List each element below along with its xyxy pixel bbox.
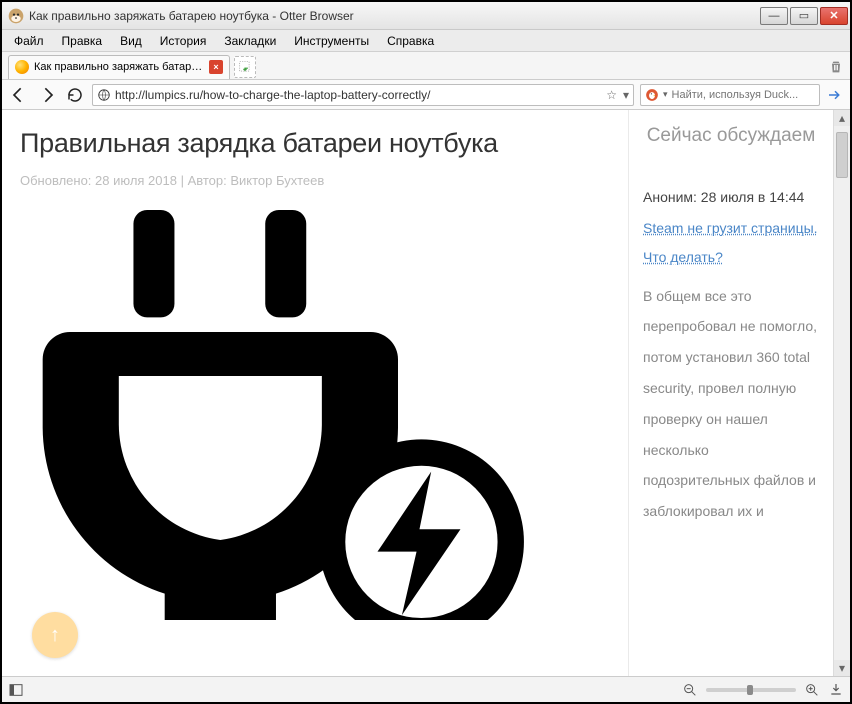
article-meta: Обновлено: 28 июля 2018 | Автор: Виктор … xyxy=(20,173,628,188)
address-bar[interactable]: ☆ ▾ xyxy=(92,84,634,106)
menu-edit[interactable]: Правка xyxy=(54,32,111,50)
status-bar xyxy=(2,676,850,702)
comment-link[interactable]: Steam не грузит страницы. Что делать? xyxy=(643,214,819,273)
download-icon[interactable] xyxy=(828,682,844,698)
viewport: Правильная зарядка батареи ноутбука Обно… xyxy=(2,110,850,676)
new-tab-icon xyxy=(238,60,252,74)
zoom-in-icon[interactable] xyxy=(804,682,820,698)
titlebar: Как правильно заряжать батарею ноутбука … xyxy=(2,2,850,30)
duckduckgo-icon xyxy=(645,88,659,102)
maximize-button[interactable]: ▭ xyxy=(790,7,818,25)
zoom-slider[interactable] xyxy=(706,688,796,692)
chevron-down-icon[interactable]: ▾ xyxy=(623,88,629,102)
forward-button[interactable] xyxy=(36,84,58,106)
url-input[interactable] xyxy=(115,88,602,102)
page-content: Правильная зарядка батареи ноутбука Обно… xyxy=(2,110,833,676)
scroll-up-button[interactable]: ▴ xyxy=(834,110,850,126)
globe-icon xyxy=(97,88,111,102)
tab-favicon xyxy=(15,60,29,74)
search-bar[interactable]: ▾ xyxy=(640,84,820,106)
vertical-scrollbar[interactable]: ▴ ▾ xyxy=(833,110,850,676)
article-title: Правильная зарядка батареи ноутбука xyxy=(20,128,628,159)
reload-button[interactable] xyxy=(64,84,86,106)
otter-icon xyxy=(8,8,24,24)
window-title: Как правильно заряжать батарею ноутбука … xyxy=(29,9,760,23)
menu-history[interactable]: История xyxy=(152,32,215,50)
sidebar: Сейчас обсуждаем Аноним: 28 июля в 14:44… xyxy=(628,110,833,676)
chevron-down-icon[interactable]: ▾ xyxy=(663,89,668,100)
tab[interactable]: Как правильно заряжать батарею но... × xyxy=(8,55,230,79)
search-input[interactable] xyxy=(672,89,815,101)
close-tab-icon[interactable]: × xyxy=(209,60,223,74)
scroll-down-button[interactable]: ▾ xyxy=(834,660,850,676)
navigation-toolbar: ☆ ▾ ▾ xyxy=(2,80,850,110)
close-button[interactable]: ✕ xyxy=(820,7,848,25)
plug-lightning-icon xyxy=(20,210,530,620)
comment-body: В общем все это перепробовал не помогло,… xyxy=(643,281,819,527)
menu-bookmarks[interactable]: Закладки xyxy=(216,32,284,50)
menubar: Файл Правка Вид История Закладки Инструм… xyxy=(2,30,850,52)
scroll-thumb[interactable] xyxy=(836,132,848,178)
sidebar-toggle-icon[interactable] xyxy=(8,682,24,698)
scroll-track[interactable] xyxy=(834,126,850,660)
back-button[interactable] xyxy=(8,84,30,106)
new-tab-button[interactable] xyxy=(234,56,256,78)
go-button[interactable] xyxy=(826,86,844,104)
star-icon[interactable]: ☆ xyxy=(606,88,617,102)
menu-file[interactable]: Файл xyxy=(6,32,52,50)
menu-help[interactable]: Справка xyxy=(379,32,442,50)
scroll-top-button[interactable]: ↑ xyxy=(32,612,78,658)
sidebar-heading: Сейчас обсуждаем xyxy=(643,124,819,149)
zoom-out-icon[interactable] xyxy=(682,682,698,698)
trash-icon[interactable] xyxy=(828,59,844,75)
menu-view[interactable]: Вид xyxy=(112,32,150,50)
comment-author: Аноним: 28 июля в 14:44 xyxy=(643,185,819,210)
article-figure xyxy=(20,210,628,620)
menu-tools[interactable]: Инструменты xyxy=(286,32,377,50)
minimize-button[interactable]: — xyxy=(760,7,788,25)
tab-bar: Как правильно заряжать батарею но... × xyxy=(2,52,850,80)
tab-title: Как правильно заряжать батарею но... xyxy=(34,61,204,73)
